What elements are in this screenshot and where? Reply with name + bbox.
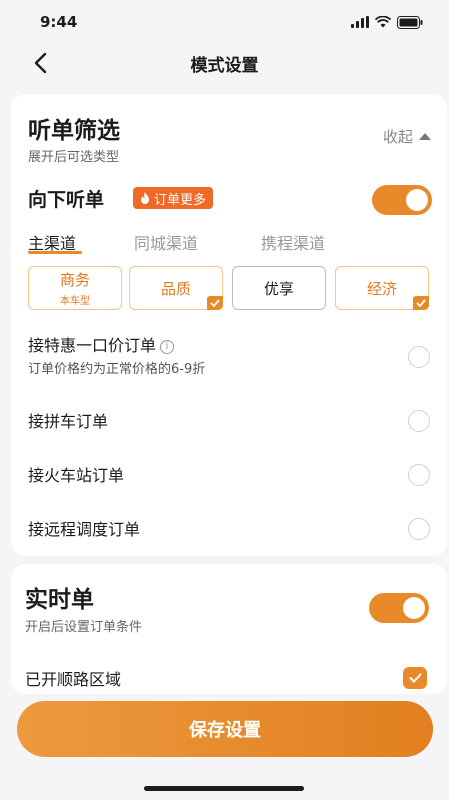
status-icons [351,15,423,29]
checkmark-icon [413,296,429,310]
realtime-toggle[interactable] [369,593,429,623]
option-special-price-desc: 订单价格约为正常价格的6-9折 [28,362,206,377]
chevron-left-icon [34,52,47,74]
tab-underline [28,251,82,254]
option-train-station-label: 接火车站订单 [28,466,125,485]
category-label: 商务 [59,271,90,289]
toggle-knob [406,189,428,211]
battery-icon [397,15,423,29]
category-quality[interactable]: 品质 [129,266,223,310]
tab-ctrip-channel[interactable]: 携程渠道 [261,230,325,254]
toggle-knob [403,597,425,619]
option-remote-dispatch-checkbox[interactable] [408,518,430,540]
downward-listen-toggle[interactable] [372,185,432,215]
flame-icon [141,192,149,204]
category-premium[interactable]: 优享 [232,266,326,310]
category-label: 优享 [263,279,294,298]
category-label: 品质 [160,279,191,298]
option-train-station-checkbox[interactable] [408,464,430,486]
route-area-checkbox[interactable] [403,667,427,689]
tab-city-channel[interactable]: 同城渠道 [134,230,198,254]
filter-card-subtitle: 展开后可选类型 [28,150,120,165]
realtime-card: 实时单 开启后设置订单条件 已开顺路区域 [11,564,447,694]
realtime-card-title: 实时单 [25,587,94,613]
category-label: 经济 [366,279,397,298]
option-label: 接特惠一口价订单 [28,336,157,355]
collapse-label: 收起 [382,128,413,146]
save-button[interactable]: 保存设置 [17,701,433,757]
option-special-price: 接特惠一口价订单 i [28,332,175,356]
info-icon[interactable]: i [160,340,175,354]
category-sub-label: 本车型 [60,296,90,307]
wifi-icon [375,16,391,28]
status-bar: 9:44 [0,0,449,44]
filter-card-title: 听单筛选 [28,118,120,144]
back-button[interactable] [28,50,54,76]
route-area-label: 已开顺路区域 [25,670,122,689]
option-remote-dispatch-label: 接远程调度订单 [28,520,141,539]
signal-icon [351,16,369,28]
home-indicator [144,786,304,791]
realtime-card-subtitle: 开启后设置订单条件 [25,620,143,635]
triangle-up-icon [419,133,431,140]
hot-badge: 订单更多 [133,187,214,209]
filter-card: 听单筛选 展开后可选类型 收起 向下听单 订单更多 主渠道 同城渠道 携程渠道 … [11,94,447,556]
checkmark-icon [409,673,421,683]
option-carpool-label: 接拼车订单 [28,412,109,431]
downward-listen-label: 向下听单 [28,189,105,211]
option-special-price-checkbox[interactable] [408,346,430,368]
nav-bar: 模式设置 [0,44,449,82]
option-carpool-checkbox[interactable] [408,410,430,432]
status-time: 9:44 [40,13,78,31]
page-title: 模式设置 [190,55,259,76]
category-business[interactable]: 商务 本车型 [28,266,122,310]
checkmark-icon [207,296,223,310]
hot-badge-label: 订单更多 [154,192,207,208]
category-economy[interactable]: 经济 [335,266,429,310]
collapse-button[interactable]: 收起 [383,126,431,147]
